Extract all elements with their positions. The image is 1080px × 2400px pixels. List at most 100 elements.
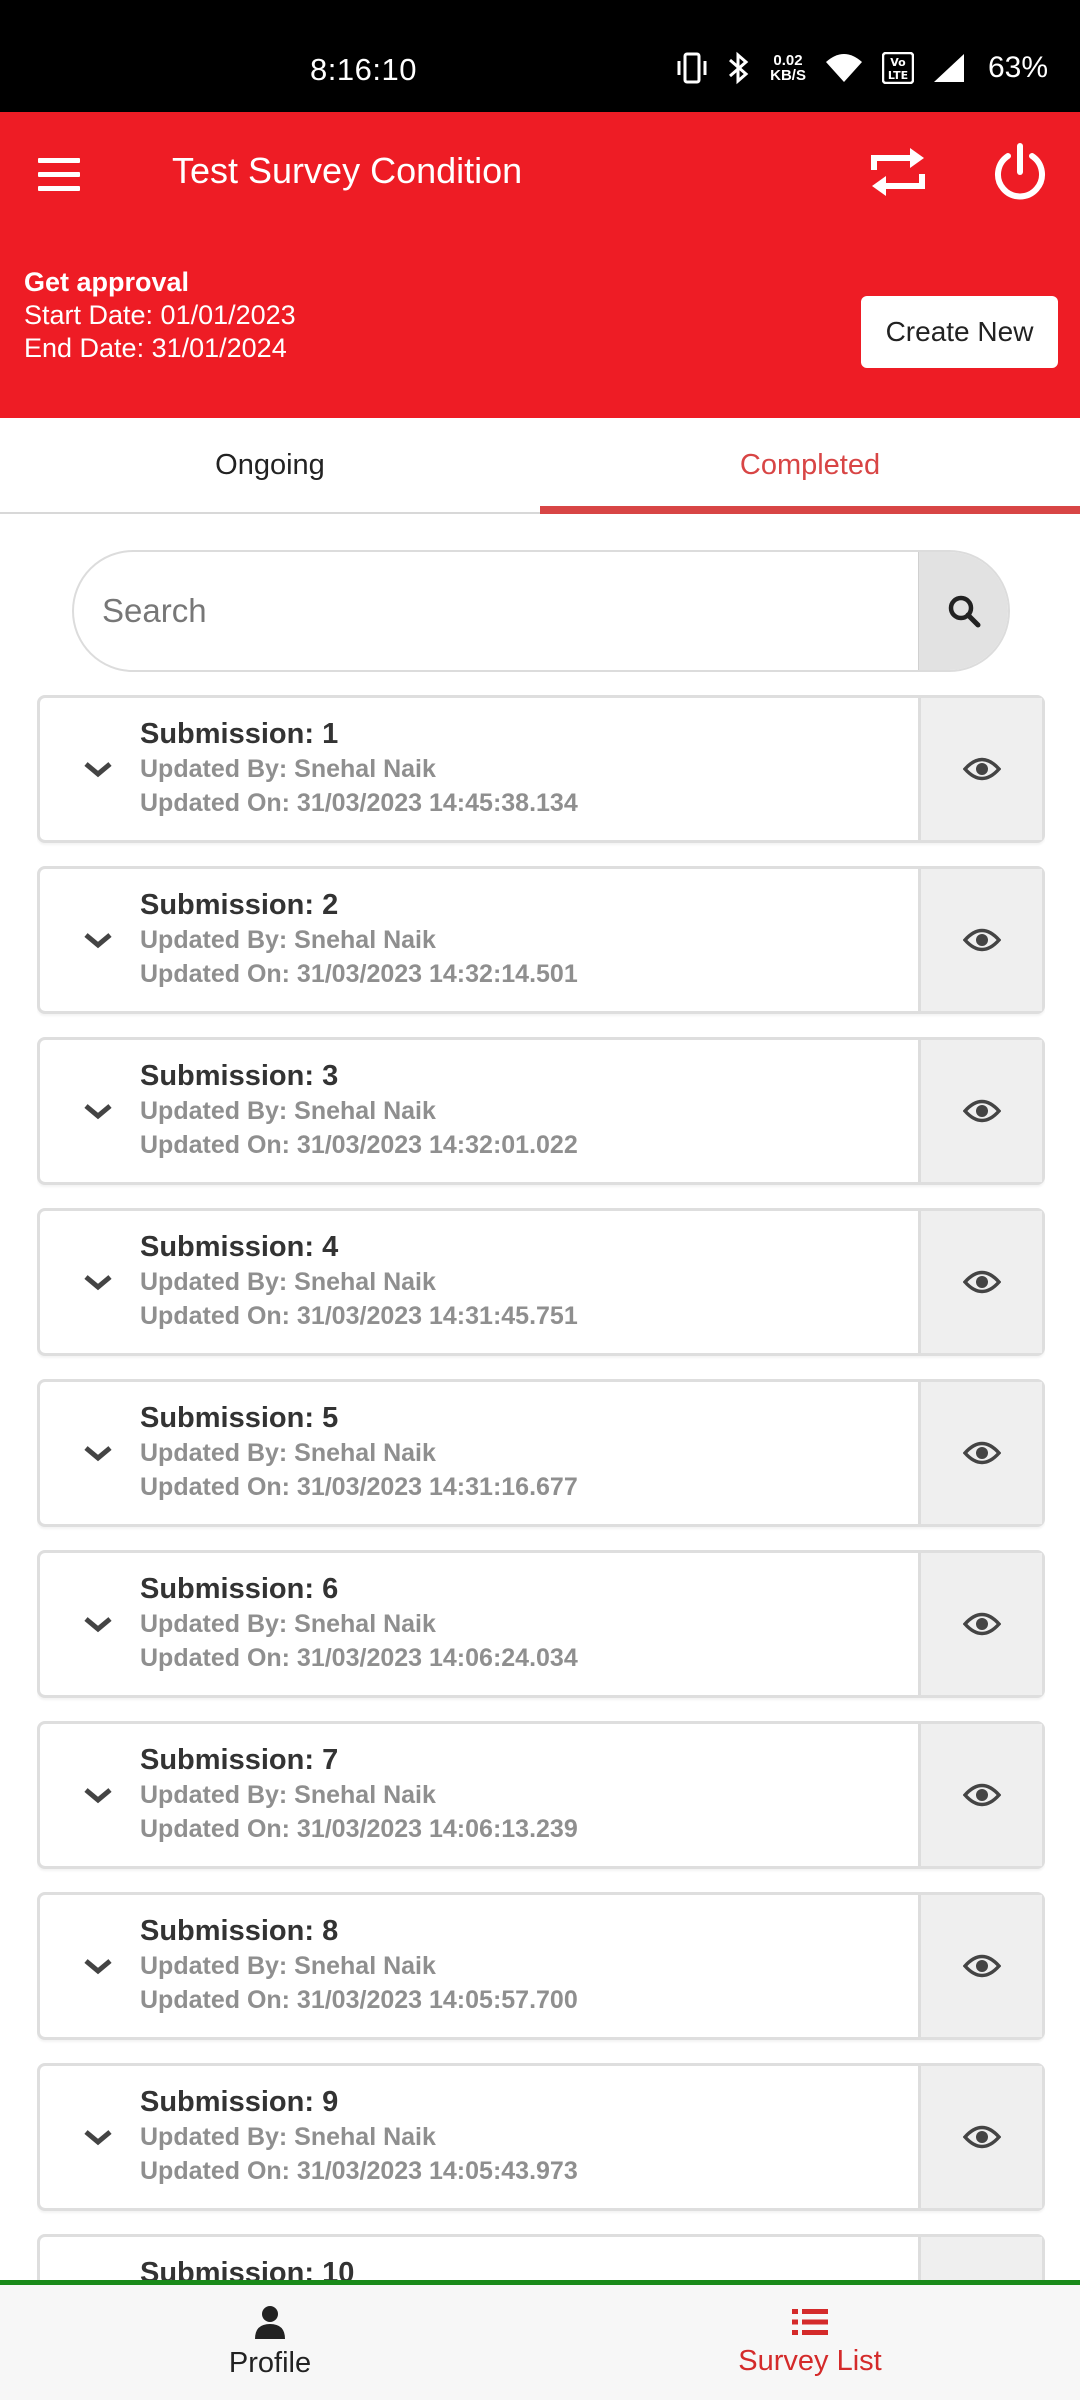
chevron-down-icon[interactable] [82,1613,114,1635]
updated-by: Updated By: Snehal Naik [140,755,436,783]
eye-icon [962,1270,1001,1294]
search-input[interactable] [74,552,918,670]
submission-card[interactable]: Submission: 1 Updated By: Snehal Naik Up… [37,695,1045,843]
submission-list: Submission: 1 Updated By: Snehal Naik Up… [37,695,1045,2280]
eye-icon [962,928,1001,952]
updated-by: Updated By: Snehal Naik [140,1952,436,1980]
status-bar: 8:16:10 0.02 KB/S Vo LTE 63% [0,0,1080,112]
approval-info: Get approval Start Date: 01/01/2023 End … [24,266,296,365]
tab-bar: Ongoing Completed [0,418,1080,514]
view-button[interactable] [918,869,1042,1011]
updated-on: Updated On: 31/03/2023 14:05:57.700 [140,1986,578,2014]
tab-completed[interactable]: Completed [540,418,1080,514]
eye-icon [962,1099,1001,1123]
app-bar: Test Survey Condition Get approval Start… [0,112,1080,418]
updated-on: Updated On: 31/03/2023 14:06:24.034 [140,1644,578,1672]
svg-text:LTE: LTE [888,69,908,82]
view-button[interactable] [918,2066,1042,2208]
updated-by: Updated By: Snehal Naik [140,1781,436,1809]
page-title: Test Survey Condition [172,150,523,191]
view-button[interactable] [918,1211,1042,1353]
submission-card[interactable]: Submission: 7 Updated By: Snehal Naik Up… [37,1721,1045,1869]
view-button[interactable] [918,2237,1042,2280]
nav-item-survey-list[interactable]: Survey List [540,2285,1080,2400]
updated-on: Updated On: 31/03/2023 14:05:43.973 [140,2157,578,2185]
submission-title: Submission: 8 [140,1915,339,1947]
eye-icon [962,1612,1001,1636]
vibrate-icon [677,52,707,84]
updated-by: Updated By: Snehal Naik [140,1439,436,1467]
nav-label-survey-list: Survey List [738,2345,882,2377]
battery-level: 63% [987,51,1048,84]
updated-on: Updated On: 31/03/2023 14:45:38.134 [140,789,578,817]
nav-label-profile: Profile [228,2347,312,2379]
view-button[interactable] [918,1895,1042,2037]
updated-on: Updated On: 31/03/2023 14:31:16.677 [140,1473,578,1501]
create-new-button[interactable]: Create New [861,296,1058,368]
view-button[interactable] [918,1382,1042,1524]
view-button[interactable] [918,698,1042,840]
svg-text:Vo: Vo [890,56,906,69]
submission-title: Submission: 10 [140,2257,355,2280]
chevron-down-icon[interactable] [82,2126,114,2148]
eye-icon [962,757,1001,781]
person-icon [255,2306,285,2339]
view-button[interactable] [918,1724,1042,1866]
updated-on: Updated On: 31/03/2023 14:06:13.239 [140,1815,578,1843]
eye-icon [962,1783,1001,1807]
end-date: End Date: 31/01/2024 [24,333,287,363]
chevron-down-icon[interactable] [82,1271,114,1293]
submission-title: Submission: 4 [140,1231,339,1263]
submission-card[interactable]: Submission: 9 Updated By: Snehal Naik Up… [37,2063,1045,2211]
submission-card[interactable]: Submission: 8 Updated By: Snehal Naik Up… [37,1892,1045,2040]
eye-icon [962,1441,1001,1465]
tab-ongoing[interactable]: Ongoing [0,418,540,512]
menu-icon[interactable] [36,152,82,198]
submission-card[interactable]: Submission: 3 Updated By: Snehal Naik Up… [37,1037,1045,1185]
bottom-nav: Profile Survey List [0,2280,1080,2400]
submission-title: Submission: 2 [140,889,339,921]
submission-card[interactable]: Submission: 5 Updated By: Snehal Naik Up… [37,1379,1045,1527]
submission-card[interactable]: Submission: 4 Updated By: Snehal Naik Up… [37,1208,1045,1356]
chevron-down-icon[interactable] [82,1955,114,1977]
status-icons: 0.02 KB/S Vo LTE 63% [676,48,1048,88]
submission-card[interactable]: Submission: 10 [37,2234,1045,2280]
updated-by: Updated By: Snehal Naik [140,926,436,954]
search-bar [72,550,1010,672]
nav-item-profile[interactable]: Profile [0,2285,540,2400]
submission-title: Submission: 5 [140,1402,339,1434]
updated-by: Updated By: Snehal Naik [140,2123,436,2151]
eye-icon [962,2125,1001,2149]
network-speed: 0.02 KB/S [770,52,806,84]
submission-title: Submission: 7 [140,1744,339,1776]
chevron-down-icon[interactable] [82,1784,114,1806]
power-icon[interactable] [990,142,1050,202]
chevron-down-icon[interactable] [82,758,114,780]
updated-by: Updated By: Snehal Naik [140,1610,436,1638]
updated-on: Updated On: 31/03/2023 14:31:45.751 [140,1302,578,1330]
volte-icon: Vo LTE [881,52,914,84]
updated-on: Updated On: 31/03/2023 14:32:14.501 [140,960,578,988]
submission-title: Submission: 1 [140,718,339,750]
submission-title: Submission: 9 [140,2086,339,2118]
start-date: Start Date: 01/01/2023 [24,300,296,330]
submission-card[interactable]: Submission: 2 Updated By: Snehal Naik Up… [37,866,1045,1014]
eye-icon [962,1954,1001,1978]
sync-icon[interactable] [866,144,930,200]
signal-icon [933,54,964,82]
updated-on: Updated On: 31/03/2023 14:32:01.022 [140,1131,578,1159]
submission-title: Submission: 3 [140,1060,339,1092]
chevron-down-icon[interactable] [82,1100,114,1122]
updated-by: Updated By: Snehal Naik [140,1268,436,1296]
list-icon [792,2309,828,2335]
submission-title: Submission: 6 [140,1573,339,1605]
chevron-down-icon[interactable] [82,1442,114,1464]
updated-by: Updated By: Snehal Naik [140,1097,436,1125]
chevron-down-icon[interactable] [82,929,114,951]
view-button[interactable] [918,1040,1042,1182]
view-button[interactable] [918,1553,1042,1695]
search-button[interactable] [918,552,1008,670]
submission-card[interactable]: Submission: 6 Updated By: Snehal Naik Up… [37,1550,1045,1698]
wifi-icon [825,54,862,82]
bluetooth-icon [729,51,749,85]
